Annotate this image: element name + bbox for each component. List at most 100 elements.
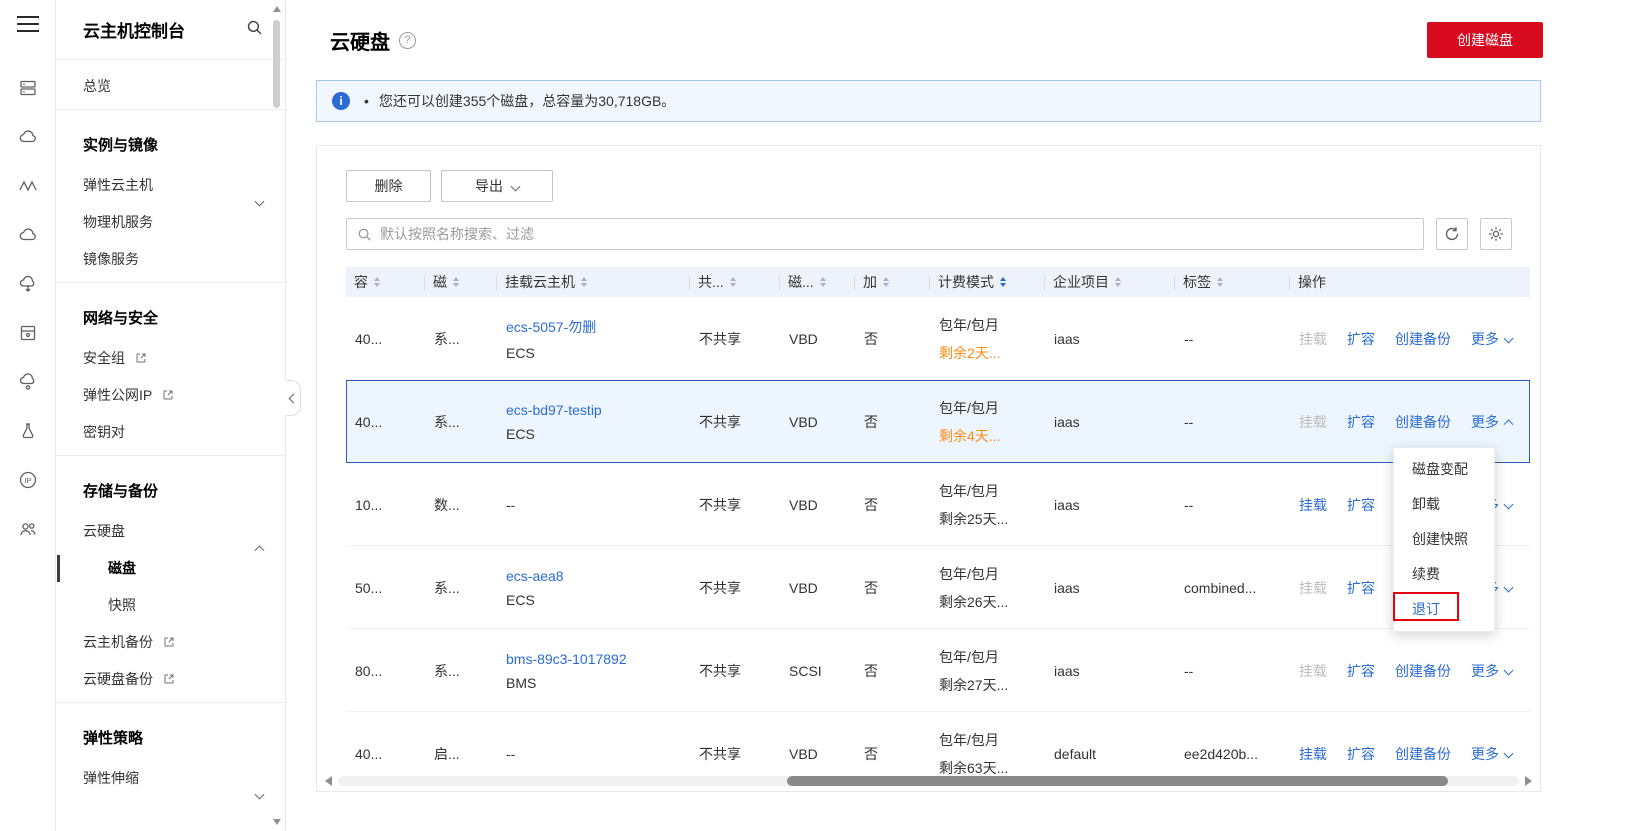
horizontal-scrollbar[interactable] [325,775,1532,787]
search-input[interactable] [380,226,1413,242]
sidebar-item-auto-scaling[interactable]: 弹性伸缩 [56,760,285,800]
sidebar-item-keypair[interactable]: 密钥对 [56,414,285,451]
scrollbar-thumb[interactable] [273,20,280,108]
server-stack-icon[interactable] [16,76,40,100]
sidebar-item-server-backup[interactable]: 云主机备份 [56,624,285,661]
sort-icon-active[interactable] [1000,277,1006,287]
expand-link[interactable]: 扩容 [1347,661,1375,681]
more-link[interactable]: 更多 [1471,329,1514,349]
sidebar-item-image-service[interactable]: 镜像服务 [56,241,285,278]
create-backup-link[interactable]: 创建备份 [1395,412,1451,432]
more-link-open[interactable]: 更多 [1471,412,1514,432]
sidebar-item-eip[interactable]: 弹性公网IP [56,377,285,414]
table-row-selected[interactable]: 40... 系... ecs-bd97-testip ECS 不共享 VBD 否… [346,380,1530,463]
table-row[interactable]: 50... 系... ecs-aea8 ECS 不共享 VBD 否 包年/包月 … [346,546,1530,629]
sidebar-item-physical-machine[interactable]: 物理机服务 [56,204,285,241]
storage-box-icon[interactable] [16,321,40,345]
column-header-mode[interactable]: 磁... [780,267,855,297]
sort-icon[interactable] [374,277,380,287]
sidebar-item-evs[interactable]: 云硬盘 [56,513,285,556]
billing-mode: 包年/包月 [939,648,999,665]
flask-icon[interactable] [16,419,40,443]
scroll-down-arrow-icon[interactable] [273,819,281,825]
create-disk-button[interactable]: 创建磁盘 [1427,22,1543,58]
server-link[interactable]: bms-89c3-1017892 [506,651,691,667]
column-header-attribute[interactable]: 磁 [425,267,497,297]
user-group-icon[interactable] [16,517,40,541]
sidebar-item-security-group[interactable]: 安全组 [56,340,285,377]
menu-item-renew[interactable]: 续费 [1394,557,1494,592]
cell-shared: 不共享 [699,496,741,513]
cloud-outline-icon[interactable] [16,223,40,247]
scroll-left-arrow-icon[interactable] [325,776,332,786]
scrollbar-thumb[interactable] [786,776,1449,786]
sort-icon[interactable] [1115,277,1121,287]
scroll-up-arrow-icon[interactable] [273,6,281,12]
menu-item-modify-disk[interactable]: 磁盘变配 [1394,452,1494,487]
sidebar-scrollbar[interactable] [272,2,282,829]
column-header-server[interactable]: 挂载云主机 [497,267,690,297]
create-backup-link[interactable]: 创建备份 [1395,329,1451,349]
scroll-right-arrow-icon[interactable] [1525,776,1532,786]
sidebar-search-icon[interactable] [246,19,263,41]
hamburger-menu-icon[interactable] [16,16,39,32]
search-box [346,218,1424,250]
server-link[interactable]: ecs-bd97-testip [506,402,691,418]
cloud-link-icon[interactable] [16,370,40,394]
expand-link[interactable]: 扩容 [1347,329,1375,349]
table-row[interactable]: 10... 数... -- 不共享 VBD 否 包年/包月 剩余25天... i… [346,463,1530,546]
sort-icon[interactable] [729,277,736,287]
create-backup-link[interactable]: 创建备份 [1395,661,1451,681]
attach-link[interactable]: 挂载 [1299,578,1327,598]
menu-item-create-snapshot[interactable]: 创建快照 [1394,522,1494,557]
expand-link[interactable]: 扩容 [1347,578,1375,598]
create-backup-link[interactable]: 创建备份 [1395,744,1451,764]
column-header-tag[interactable]: 标签 [1175,267,1290,297]
more-link[interactable]: 更多 [1471,661,1514,681]
expand-link[interactable]: 扩容 [1347,412,1375,432]
expand-link[interactable]: 扩容 [1347,744,1375,764]
attach-link[interactable]: 挂载 [1299,495,1327,515]
sort-icon[interactable] [819,277,826,287]
export-button[interactable]: 导出 [441,170,553,202]
attach-link[interactable]: 挂载 [1299,661,1327,681]
help-icon[interactable]: ? [399,31,416,49]
attach-link[interactable]: 挂载 [1299,744,1327,764]
sidebar-item-snapshot[interactable]: 快照 [56,587,285,624]
column-header-shared[interactable]: 共... [690,267,780,297]
ip-icon[interactable]: IP [16,468,40,492]
server-link[interactable]: ecs-5057-勿删 [506,317,691,337]
sort-icon[interactable] [581,277,587,287]
waveform-icon[interactable] [16,174,40,198]
attach-link[interactable]: 挂载 [1299,412,1327,432]
refresh-button[interactable] [1436,218,1468,250]
cell-encrypted: 否 [864,330,878,347]
delete-button[interactable]: 删除 [346,170,431,202]
cloud-download-icon[interactable] [16,272,40,296]
column-header-encrypted[interactable]: 加 [855,267,930,297]
attach-link[interactable]: 挂载 [1299,329,1327,349]
sidebar-collapse-handle[interactable] [285,380,301,416]
server-link[interactable]: ecs-aea8 [506,568,691,584]
table-row[interactable]: 80... 系... bms-89c3-1017892 BMS 不共享 SCSI… [346,629,1530,712]
menu-item-unsubscribe[interactable]: 退订 [1394,592,1494,627]
more-link[interactable]: 更多 [1471,744,1514,764]
sidebar-item-disk[interactable]: 磁盘 [56,550,285,587]
sort-icon[interactable] [883,277,889,287]
sidebar-item-overview[interactable]: 总览 [56,68,285,105]
sidebar-item-disk-backup[interactable]: 云硬盘备份 [56,661,285,698]
settings-button[interactable] [1480,218,1512,250]
menu-item-detach[interactable]: 卸载 [1394,487,1494,522]
cell-tag: -- [1184,330,1194,347]
sort-icon[interactable] [1217,277,1223,287]
column-header-billing[interactable]: 计费模式 [930,267,1045,297]
cell-shared: 不共享 [699,662,741,679]
scrollbar-track[interactable] [338,776,1519,786]
table-row[interactable]: 40... 系... ecs-5057-勿删 ECS 不共享 VBD 否 包年/… [346,297,1530,380]
column-header-project[interactable]: 企业项目 [1045,267,1175,297]
cloud-icon[interactable] [16,125,40,149]
column-header-capacity[interactable]: 容 [346,267,425,297]
sidebar-item-ecs[interactable]: 弹性云主机 [56,167,285,207]
expand-link[interactable]: 扩容 [1347,495,1375,515]
sort-icon[interactable] [453,277,459,287]
